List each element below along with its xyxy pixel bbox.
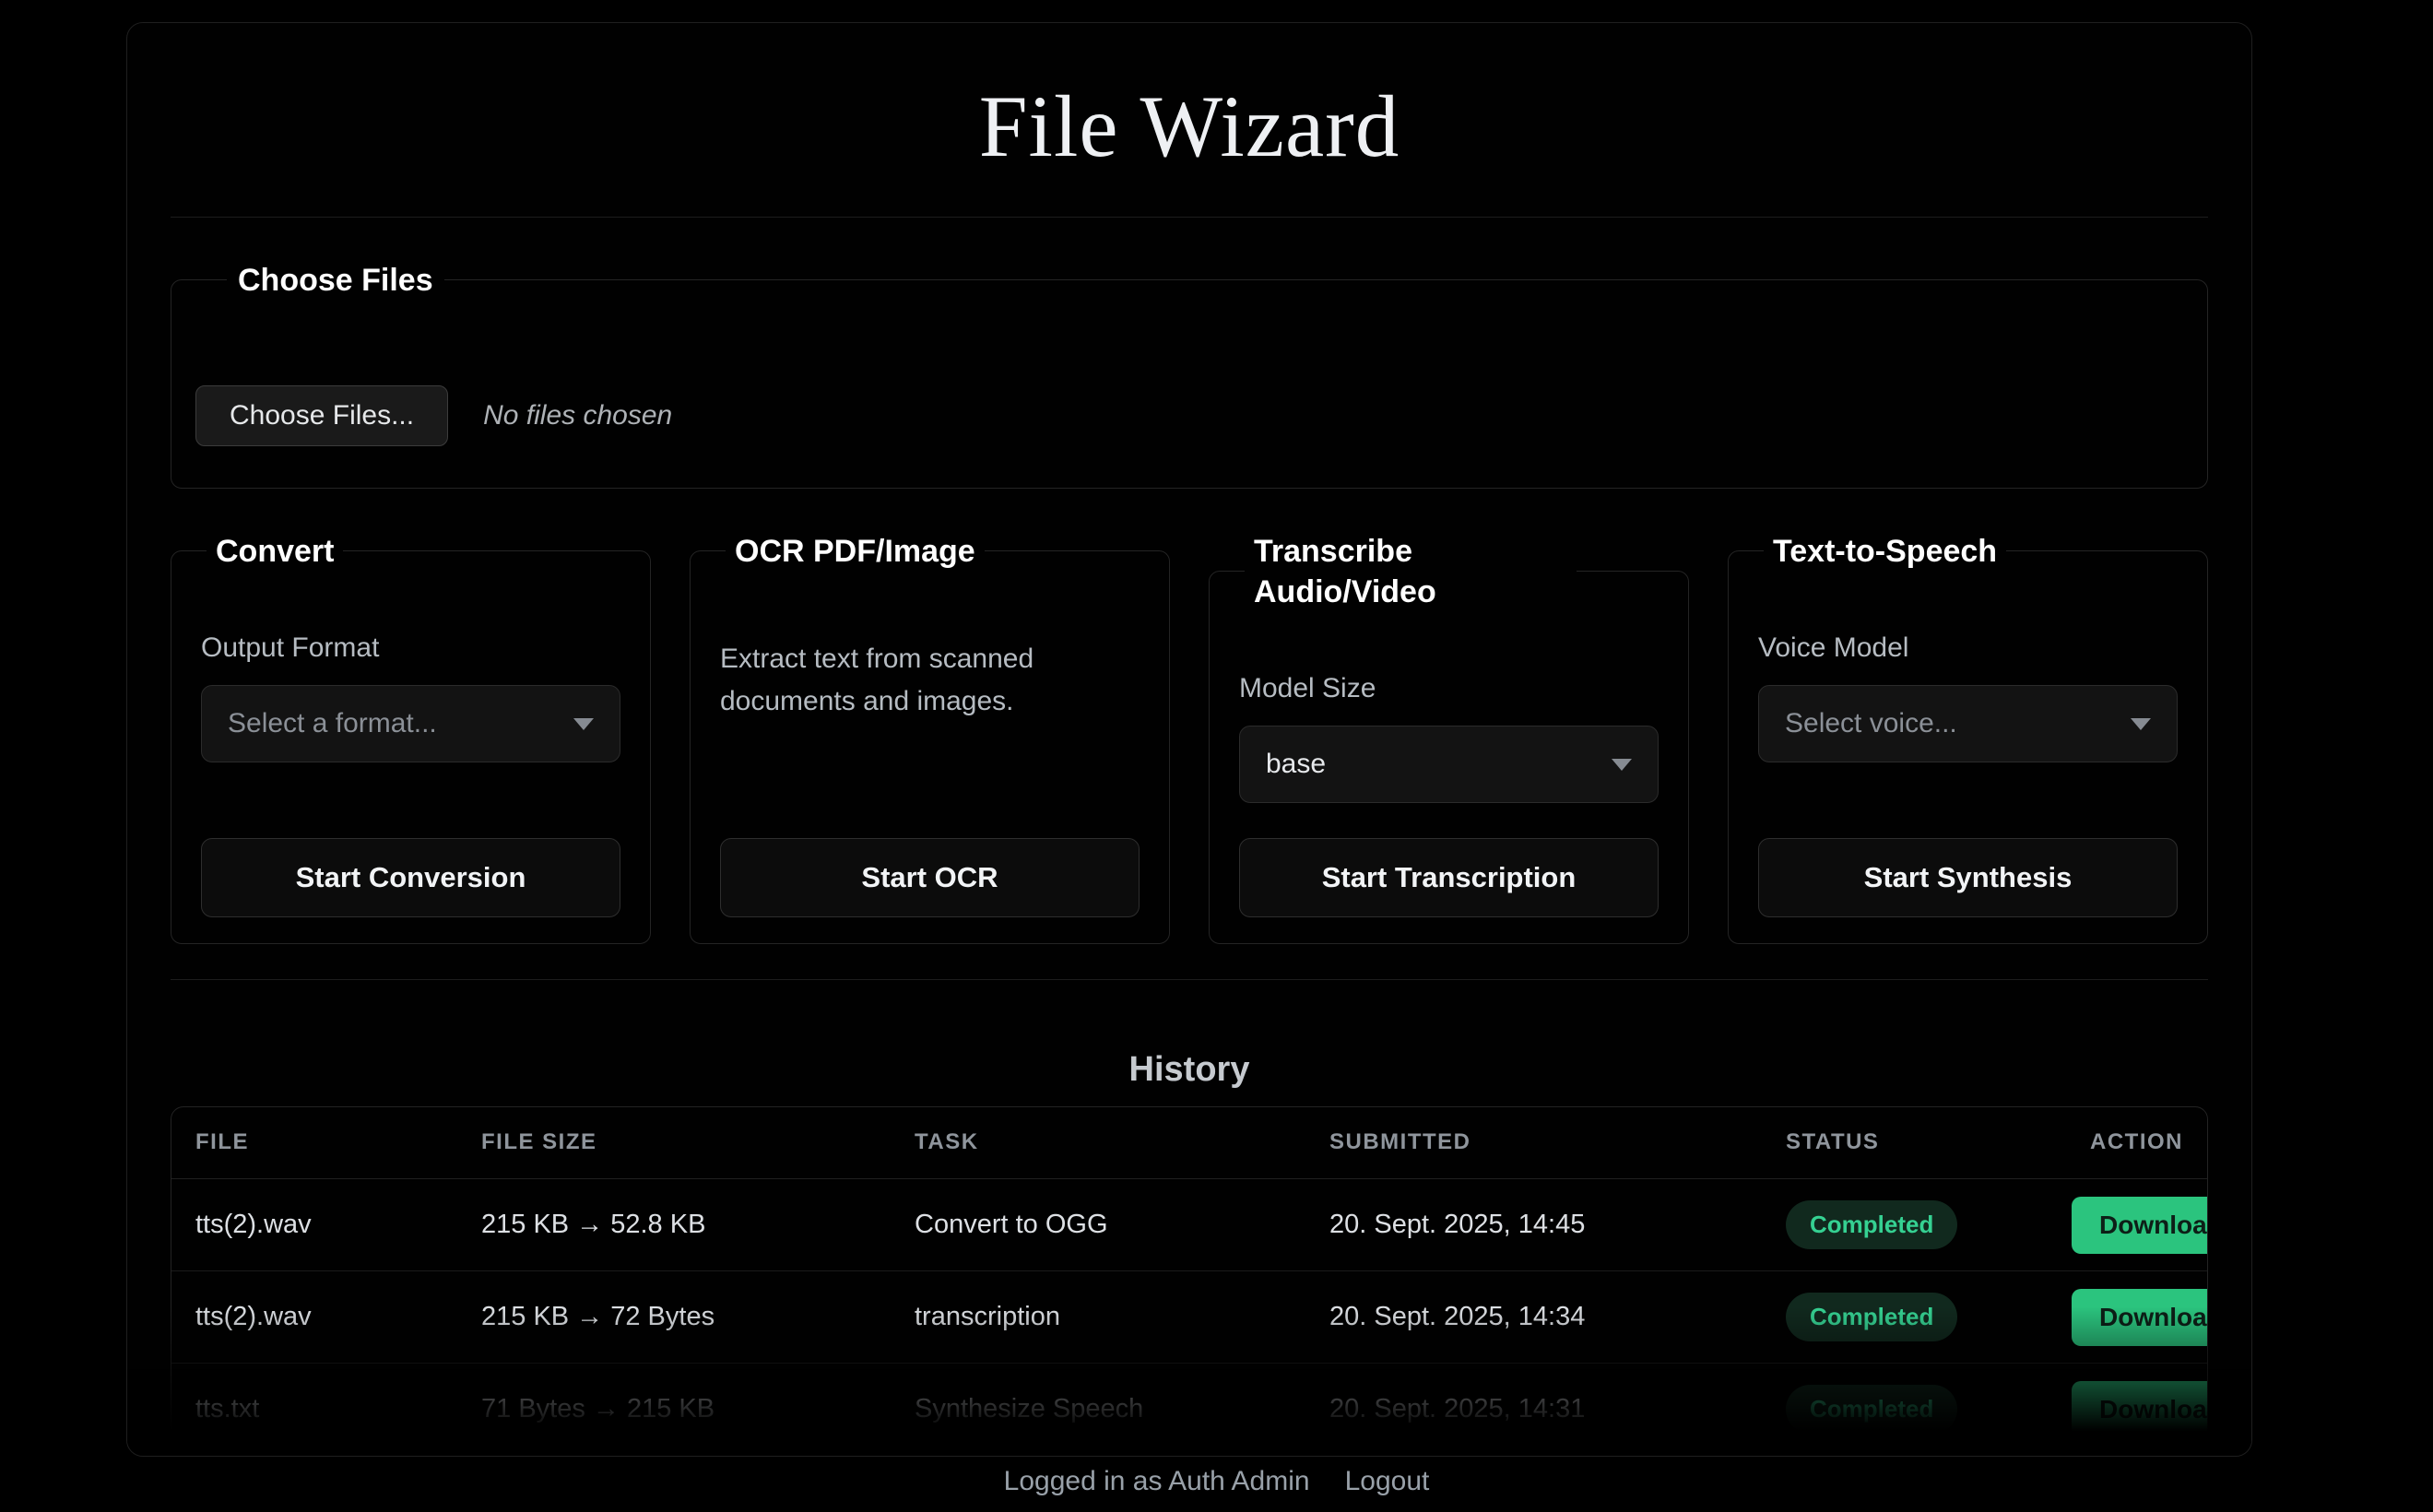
start-conversion-button[interactable]: Start Conversion: [201, 838, 620, 917]
file-size-cell: 215 KB → 72 Bytes: [457, 1271, 891, 1364]
chevron-down-icon: [2131, 718, 2151, 730]
status-cell: Completed: [1762, 1271, 2048, 1364]
column-header-submitted: SUBMITTED: [1305, 1107, 1762, 1179]
submitted-cell: 20. Sept. 2025, 14:45: [1305, 1179, 1762, 1271]
submitted-cell: 20. Sept. 2025, 14:34: [1305, 1271, 1762, 1364]
history-table: FILE FILE SIZE TASK SUBMITTED STATUS ACT…: [171, 1107, 2207, 1456]
table-row: tts(2).wav 215 KB → 52.8 KB Convert to O…: [171, 1179, 2207, 1271]
start-transcription-button[interactable]: Start Transcription: [1239, 838, 1659, 917]
choose-files-legend: Choose Files: [227, 260, 444, 301]
action-cell: Download: [2048, 1364, 2207, 1456]
no-files-chosen-text: No files chosen: [483, 400, 672, 431]
status-badge: Completed: [1786, 1200, 1957, 1249]
table-row: tts(2).wav 215 KB → 72 Bytes transcripti…: [171, 1271, 2207, 1364]
main-panel: File Wizard Choose Files Choose Files...…: [126, 22, 2252, 1457]
file-cell: tts(2).wav: [171, 1179, 457, 1271]
tts-card: Text-to-Speech Voice Model Select voice.…: [1728, 531, 2208, 944]
action-cell: Download: [2048, 1179, 2207, 1271]
column-header-action: ACTION: [2048, 1107, 2207, 1179]
file-cell: tts(2).wav: [171, 1271, 457, 1364]
logout-link[interactable]: Logout: [1345, 1466, 1430, 1496]
start-ocr-button[interactable]: Start OCR: [720, 838, 1140, 917]
voice-model-select[interactable]: Select voice...: [1758, 685, 2178, 762]
status-badge: Completed: [1786, 1385, 1957, 1434]
column-header-file: FILE: [171, 1107, 457, 1179]
action-cell: Download: [2048, 1271, 2207, 1364]
tools-row: Convert Output Format Select a format...…: [171, 531, 2208, 944]
model-size-select-value: base: [1266, 749, 1326, 780]
convert-card-legend: Convert: [207, 531, 343, 572]
page-title: File Wizard: [171, 78, 2208, 175]
status-cell: Completed: [1762, 1364, 2048, 1456]
ocr-card: OCR PDF/Image Extract text from scanned …: [690, 531, 1170, 944]
convert-card: Convert Output Format Select a format...…: [171, 531, 651, 944]
voice-model-label: Voice Model: [1758, 631, 2178, 666]
chevron-down-icon: [573, 718, 594, 730]
voice-model-select-value: Select voice...: [1785, 708, 1957, 739]
history-heading: History: [171, 1050, 2208, 1090]
tts-card-legend: Text-to-Speech: [1764, 531, 2006, 572]
column-header-status: STATUS: [1762, 1107, 2048, 1179]
history-table-container: FILE FILE SIZE TASK SUBMITTED STATUS ACT…: [171, 1106, 2208, 1457]
status-cell: Completed: [1762, 1179, 2048, 1271]
file-size-cell: 215 KB → 52.8 KB: [457, 1179, 891, 1271]
file-input-row: Choose Files... No files chosen: [195, 385, 2183, 446]
output-format-select-value: Select a format...: [228, 708, 437, 739]
history-divider: [171, 979, 2208, 980]
start-synthesis-button[interactable]: Start Synthesis: [1758, 838, 2178, 917]
file-size-cell: 71 Bytes → 215 KB: [457, 1364, 891, 1456]
model-size-select[interactable]: base: [1239, 726, 1659, 803]
output-format-select[interactable]: Select a format...: [201, 685, 620, 762]
column-header-file-size: FILE SIZE: [457, 1107, 891, 1179]
output-format-label: Output Format: [201, 631, 620, 666]
file-cell: tts.txt: [171, 1364, 457, 1456]
submitted-cell: 20. Sept. 2025, 14:31: [1305, 1364, 1762, 1456]
task-cell: transcription: [891, 1271, 1305, 1364]
transcribe-card-legend: Transcribe Audio/Video: [1245, 531, 1577, 612]
title-divider: [171, 217, 2208, 218]
task-cell: Convert to OGG: [891, 1179, 1305, 1271]
download-button[interactable]: Download: [2072, 1381, 2208, 1438]
download-button[interactable]: Download: [2072, 1197, 2208, 1254]
ocr-card-legend: OCR PDF/Image: [726, 531, 985, 572]
chevron-down-icon: [1612, 759, 1632, 771]
status-badge: Completed: [1786, 1293, 1957, 1341]
model-size-label: Model Size: [1239, 671, 1659, 706]
download-button[interactable]: Download: [2072, 1289, 2208, 1346]
table-header-row: FILE FILE SIZE TASK SUBMITTED STATUS ACT…: [171, 1107, 2207, 1179]
choose-files-section: Choose Files Choose Files... No files ch…: [171, 260, 2208, 489]
logged-in-text: Logged in as Auth Admin: [1004, 1466, 1310, 1496]
transcribe-card: Transcribe Audio/Video Model Size base S…: [1209, 531, 1689, 944]
choose-files-button[interactable]: Choose Files...: [195, 385, 448, 446]
footer: Logged in as Auth Admin Logout: [0, 1466, 2433, 1497]
column-header-task: TASK: [891, 1107, 1305, 1179]
task-cell: Synthesize Speech: [891, 1364, 1305, 1456]
ocr-description: Extract text from scanned documents and …: [720, 638, 1140, 724]
table-row: tts.txt 71 Bytes → 215 KB Synthesize Spe…: [171, 1364, 2207, 1456]
